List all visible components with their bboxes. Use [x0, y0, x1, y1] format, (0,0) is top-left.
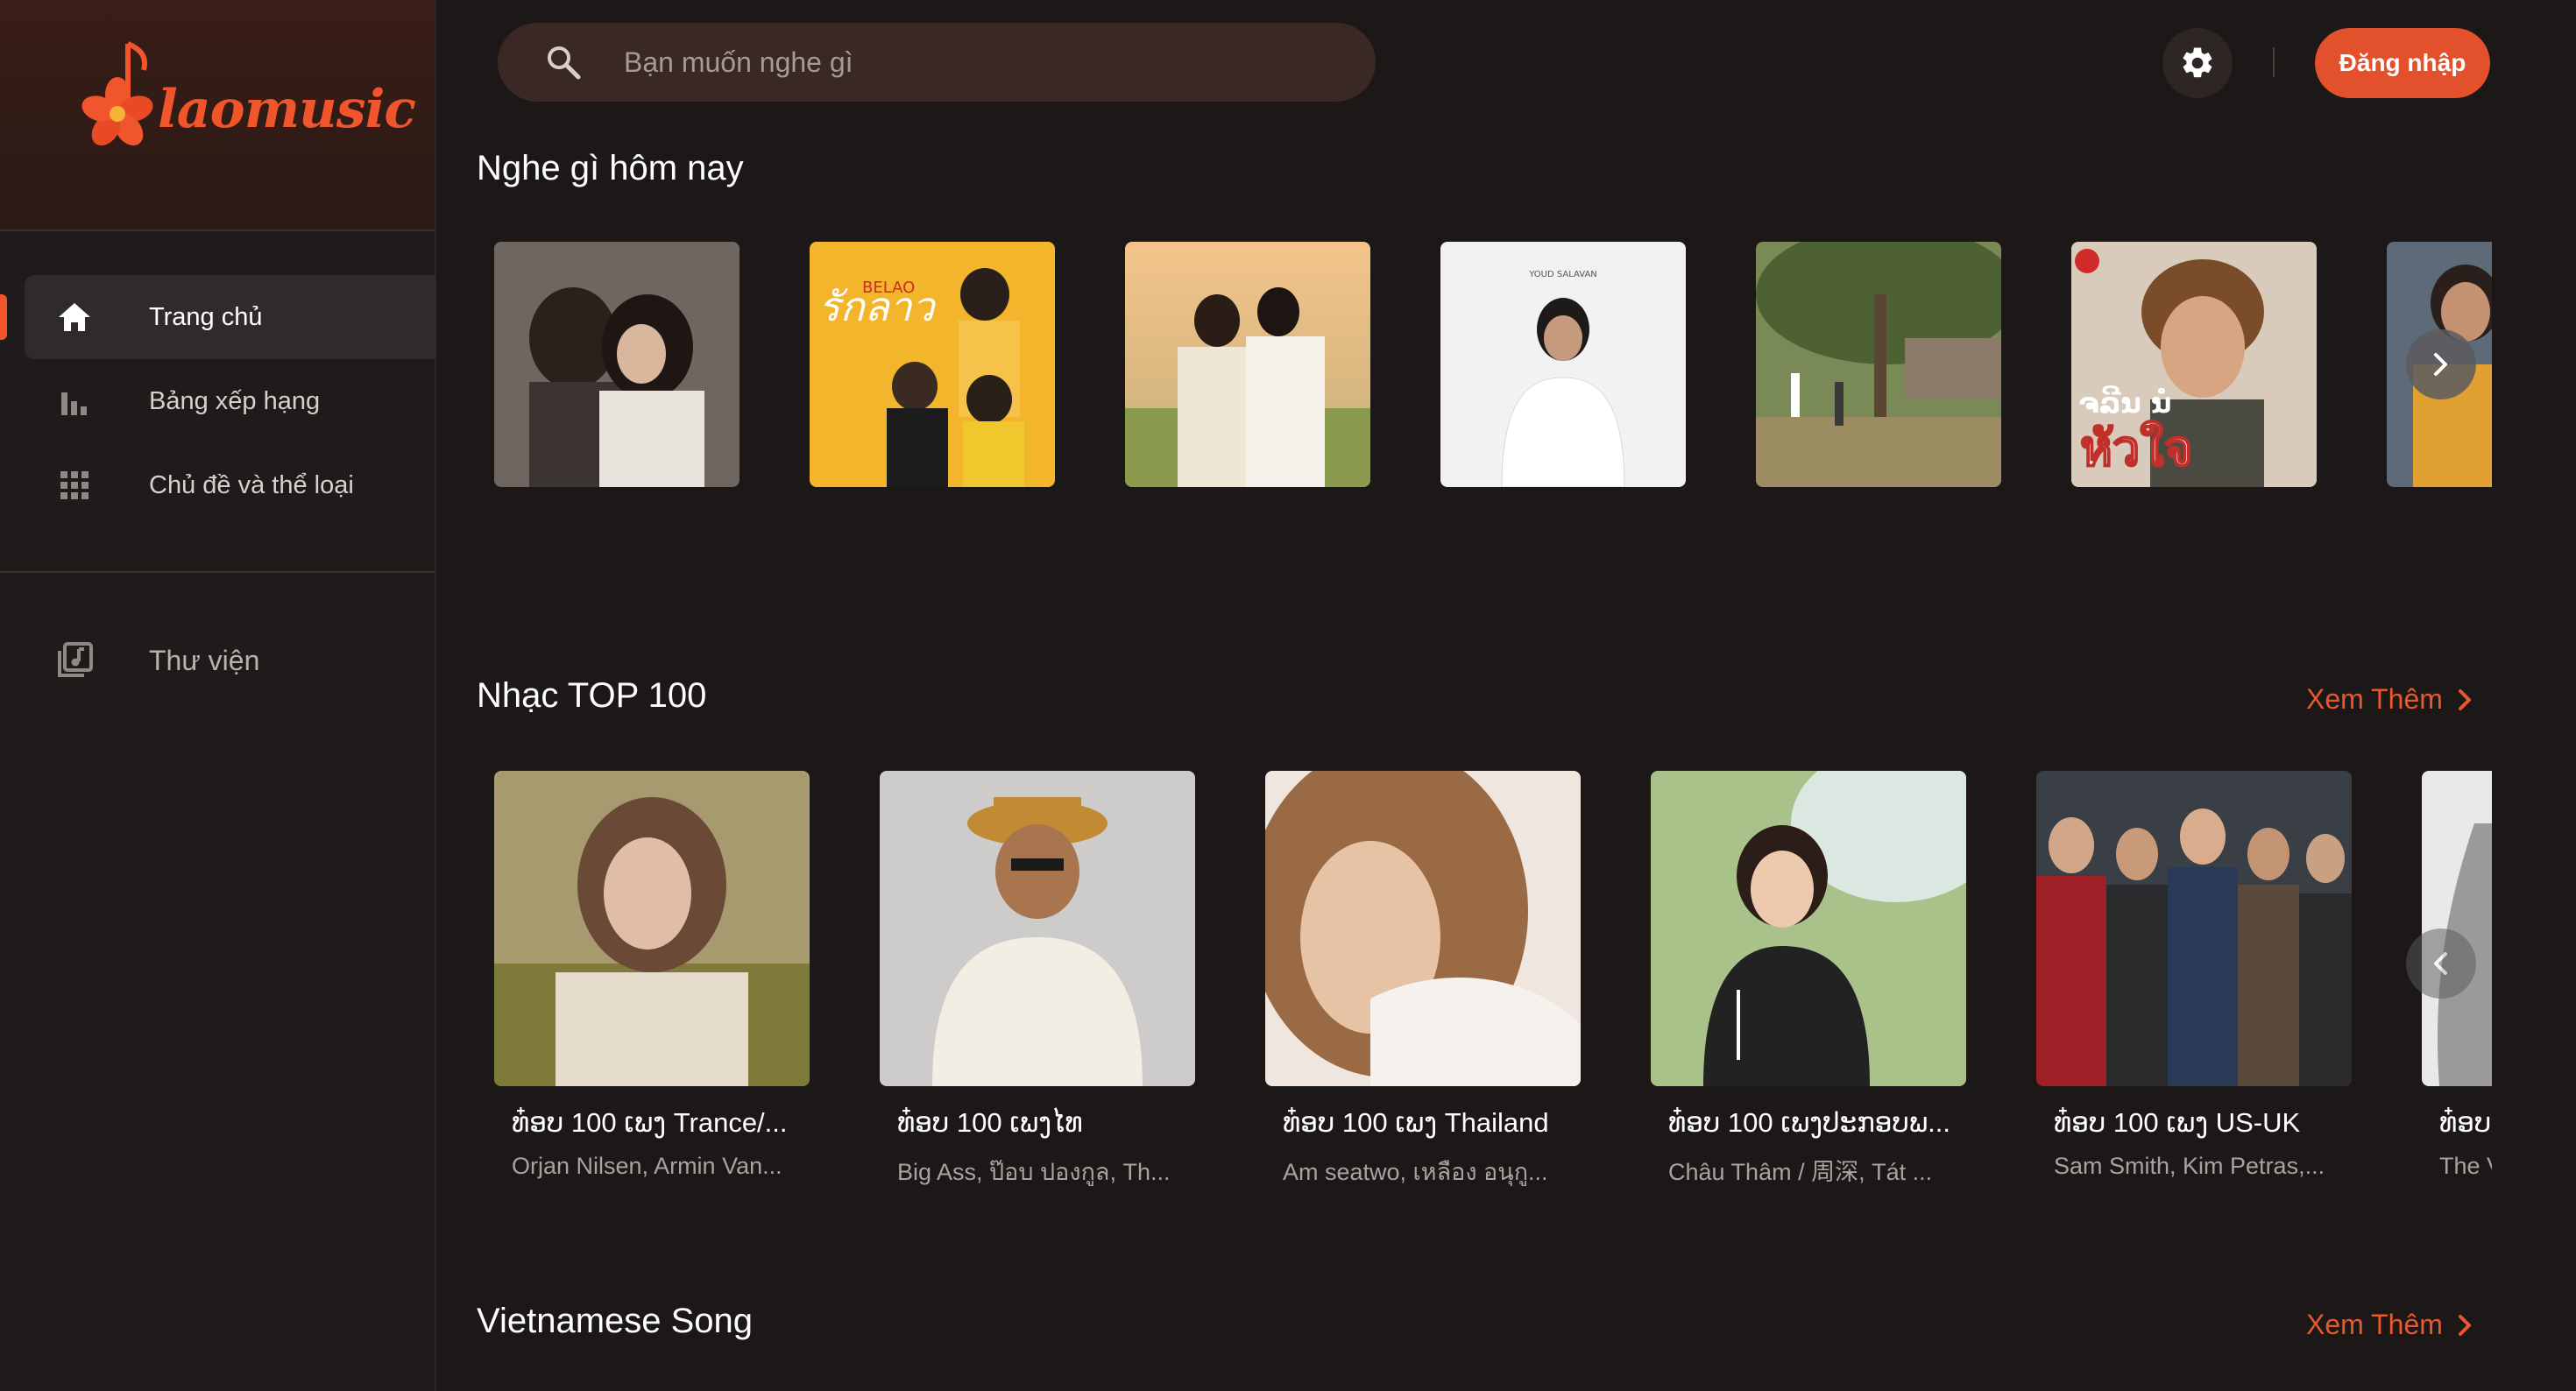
sidebar-item-library[interactable]: Thư viện	[25, 618, 436, 703]
playlist-art	[2422, 771, 2492, 1086]
today-card[interactable]	[1756, 242, 2001, 487]
playlist-artists: Am seatwo, เหลือง อนุกู...	[1283, 1159, 1548, 1185]
chevron-right-icon	[2458, 688, 2471, 710]
playlist-title: ທ໋ອບ 100 ເພງໄທ	[897, 1107, 1083, 1138]
album-art: YOUD SALAVAN	[1440, 242, 1686, 487]
playlist-card[interactable]: ທ໋ອບ 100 ເພງ Trance/... Orjan Nilsen, Ar…	[494, 771, 810, 1180]
sidebar-item-label: Chủ đề và thể loại	[149, 470, 354, 499]
playlist-artists: Big Ass, ป๊อบ ปองกูล, Th...	[897, 1159, 1171, 1185]
today-card[interactable]	[1125, 242, 1370, 487]
sidebar-item-label: Thư viện	[149, 644, 260, 676]
sidebar-item-home[interactable]: Trang chủ	[0, 275, 436, 359]
playlist-title: ທ໋ອບ 100 ເພງ Trance/...	[512, 1107, 788, 1138]
playlist-artists: The V	[2439, 1153, 2492, 1179]
login-button[interactable]: Đăng nhập	[2315, 28, 2490, 98]
playlist-card[interactable]: ທ໋ອບ 100 ເພງໄທ Big Ass, ป๊อบ ปองกูล, Th.…	[880, 771, 1195, 1190]
chart-bar-icon	[54, 381, 95, 421]
playlist-card[interactable]: ທ໋ອບ 100 ເພງ US-UK Sam Smith, Kim Petras…	[2036, 771, 2352, 1180]
chevron-left-icon	[2434, 952, 2447, 975]
playlist-card[interactable]: ທ໋ອບ 100 ເພງ Thailand Am seatwo, เหลือง …	[1265, 771, 1581, 1190]
playlist-title: ທ໋ອບ 100 ເພງ Thailand	[1283, 1107, 1549, 1138]
today-card[interactable]: รักลาว BELAO	[810, 242, 1055, 487]
album-art-text: หัวใจ	[2080, 420, 2193, 477]
section-title-today: Nghe gì hôm nay	[477, 149, 744, 187]
see-more-top100-link[interactable]: Xem Thêm	[2306, 683, 2473, 716]
playlist-art	[1651, 771, 1966, 1086]
today-card[interactable]	[494, 242, 740, 487]
gear-icon	[2183, 47, 2212, 78]
settings-button[interactable]	[2162, 28, 2233, 98]
sidebar-item-label: Trang chủ	[149, 302, 263, 331]
today-card[interactable]: YOUD SALAVAN	[1440, 242, 1686, 487]
see-more-label: Xem Thêm	[2306, 1309, 2443, 1340]
top100-carousel: ທ໋ອບ 100 ເພງ Trance/... Orjan Nilsen, Ar…	[494, 771, 2492, 1209]
search-icon	[545, 44, 582, 81]
album-art	[494, 242, 740, 487]
playlist-title: ທ໋ອບ	[2439, 1107, 2492, 1138]
today-carousel: รักลาว BELAO YOUD SALAVAN ຈລີນ ນໍ หัวใจ	[494, 242, 2492, 487]
album-art	[1125, 242, 1370, 487]
search-input[interactable]	[624, 40, 1342, 84]
album-art	[1756, 242, 2001, 487]
album-art-text: ຈລີນ ນໍ	[2078, 385, 2171, 420]
playlist-art	[2036, 771, 2352, 1086]
sidebar-item-charts[interactable]: Bảng xếp hạng	[25, 359, 436, 443]
section-title-top100: Nhạc TOP 100	[477, 676, 707, 715]
section-title-vietnamese: Vietnamese Song	[477, 1302, 754, 1340]
main-nav: Trang chủ Bảng xếp hạng Chủ đề và thể lo…	[0, 231, 436, 527]
see-more-label: Xem Thêm	[2306, 683, 2443, 715]
home-icon	[54, 297, 95, 337]
see-more-vietnamese-link[interactable]: Xem Thêm	[2306, 1309, 2473, 1341]
logo[interactable]: laomusic	[77, 37, 416, 159]
playlist-artists: Orjan Nilsen, Armin Van...	[512, 1153, 782, 1179]
sidebar-item-label: Bảng xếp hạng	[149, 386, 321, 415]
playlist-art	[494, 771, 810, 1086]
playlist-art	[880, 771, 1195, 1086]
album-art-label: YOUD SALAVAN	[1528, 270, 1597, 279]
album-art-label: BELAO	[862, 279, 915, 297]
search-bar[interactable]	[498, 23, 1376, 102]
playlist-artists: Sam Smith, Kim Petras,...	[2054, 1153, 2325, 1179]
album-art: ຈລີນ ນໍ หัวใจ	[2071, 242, 2317, 487]
carousel-prev-button[interactable]	[2406, 929, 2476, 999]
carousel-next-button[interactable]	[2406, 329, 2476, 399]
playlist-title: ທ໋ອບ 100 ເພງປະກອບພ...	[1668, 1107, 1950, 1138]
music-library-icon	[54, 640, 95, 681]
grid-icon	[54, 465, 95, 505]
chevron-right-icon	[2434, 353, 2447, 376]
playlist-card[interactable]: ທ໋ອບ 100 ເພງປະກອບພ... Châu Thâm / 周深, Tá…	[1651, 771, 1966, 1187]
logo-text: laomusic	[158, 79, 416, 140]
sidebar: laomusic Trang chủ Bảng xếp hạng Chủ đề …	[0, 0, 436, 1391]
sidebar-divider	[0, 571, 435, 573]
playlist-title: ທ໋ອບ 100 ເພງ US-UK	[2054, 1107, 2301, 1138]
chevron-right-icon	[2458, 1314, 2471, 1336]
sidebar-item-genres[interactable]: Chủ đề và thể loại	[25, 443, 436, 527]
header-divider	[2273, 47, 2275, 77]
playlist-art	[1265, 771, 1581, 1086]
album-art: รักลาว BELAO	[810, 242, 1055, 487]
today-card[interactable]: ຈລີນ ນໍ หัวใจ	[2071, 242, 2317, 487]
playlist-artists: Châu Thâm / 周深, Tát ...	[1668, 1159, 1933, 1185]
logo-area: laomusic	[0, 0, 435, 231]
